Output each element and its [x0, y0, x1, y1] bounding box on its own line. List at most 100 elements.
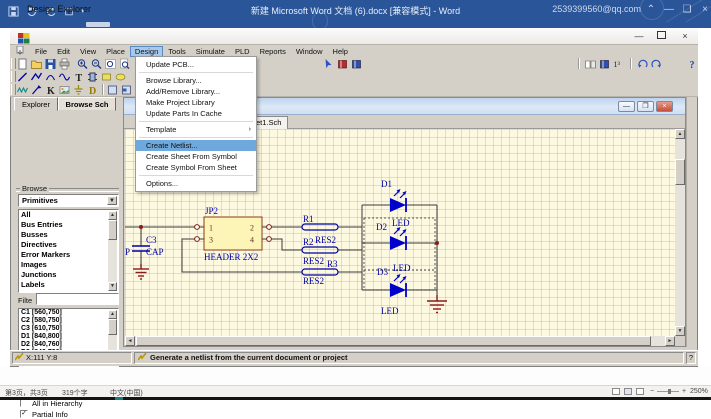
menu-help[interactable]: Help	[328, 46, 353, 57]
d3-ref-label[interactable]: D3	[377, 267, 388, 277]
zoom-in-icon[interactable]	[76, 58, 89, 70]
menu-design[interactable]: Design	[130, 46, 163, 57]
list-item[interactable]: C2 [580,750]	[19, 317, 118, 325]
zoom-area-icon[interactable]	[104, 58, 117, 70]
new-document-icon[interactable]	[16, 58, 29, 70]
led-d3[interactable]: D3 LED	[377, 267, 407, 316]
de-titlebar[interactable]	[10, 28, 698, 45]
menu-window[interactable]: Window	[291, 46, 328, 57]
zoom-document-icon[interactable]	[118, 58, 131, 70]
c3-ref-label[interactable]: C3	[146, 235, 157, 245]
list-item[interactable]: C1 [560,750]	[19, 309, 118, 317]
image-tool-icon[interactable]	[58, 84, 71, 96]
ground-symbol[interactable]	[133, 264, 149, 279]
menuitem-browse-library[interactable]: Browse Library...	[136, 75, 256, 86]
jp2-value-label[interactable]: HEADER 2X2	[204, 252, 258, 262]
wires[interactable]	[125, 205, 437, 295]
sheet-entry-icon[interactable]	[120, 84, 133, 96]
ground-symbol[interactable]	[427, 295, 447, 313]
scroll-down-icon[interactable]: ▼	[108, 282, 117, 291]
led-d1[interactable]: D1 LED	[381, 179, 410, 228]
signal-tool-icon[interactable]	[58, 71, 71, 83]
arc-tool-icon[interactable]	[44, 71, 57, 83]
menuitem-update-pcb[interactable]: Update PCB...	[136, 59, 256, 70]
d1-value-label[interactable]: LED	[392, 218, 410, 228]
library-b-icon[interactable]	[598, 58, 611, 70]
open-book-icon[interactable]	[584, 58, 597, 70]
led-d2[interactable]: D2 LED	[376, 222, 411, 273]
text-tool-icon[interactable]: T	[72, 71, 85, 83]
checkbox-checked-icon[interactable]: ✓	[20, 410, 28, 418]
menu-simulate[interactable]: Simulate	[191, 46, 230, 57]
browse-mode-select[interactable]: Primitives ▼	[18, 194, 119, 207]
list-item[interactable]: C3 [610,750]	[19, 325, 118, 333]
list-item[interactable]: Images	[19, 260, 118, 270]
doc-horizontal-scrollbar[interactable]: ◄ ►	[125, 336, 675, 346]
menuitem-options[interactable]: Options...	[136, 178, 256, 189]
resistor-r2[interactable]	[302, 247, 338, 253]
list-item[interactable]: Junctions	[19, 270, 118, 280]
d2-ref-label[interactable]: D2	[376, 222, 387, 232]
menu-reports[interactable]: Reports	[255, 46, 291, 57]
r3-value-label[interactable]: RES2	[303, 276, 324, 286]
capacitor-c3[interactable]: C3 CAP	[132, 235, 164, 257]
ribbon-tab-hint[interactable]	[86, 22, 110, 27]
tab-browse-sch[interactable]: Browse Sch	[58, 97, 116, 111]
header-jp2[interactable]: 1 2 3 4 JP2 HEADER 2X2	[195, 206, 272, 262]
doc-minimize-button[interactable]: —	[618, 101, 635, 112]
tab-explorer[interactable]: Explorer	[14, 97, 58, 111]
list-item[interactable]: Error Markers	[19, 250, 118, 260]
read-mode-icon[interactable]	[612, 388, 620, 395]
r2-ref-label[interactable]: R2	[303, 237, 314, 247]
word-close-button[interactable]: ×	[697, 2, 711, 18]
ellipse-tool-icon[interactable]	[114, 71, 127, 83]
menu-edit[interactable]: Edit	[52, 46, 75, 57]
resistor-r3[interactable]	[302, 269, 338, 275]
annotate-icon[interactable]: 1³	[612, 58, 625, 70]
bus-tool-icon[interactable]	[30, 71, 43, 83]
menuitem-template[interactable]: Template›	[136, 124, 256, 135]
list-item[interactable]: Directives	[19, 240, 118, 250]
save-file-icon[interactable]	[44, 58, 57, 70]
print-layout-icon[interactable]	[624, 388, 632, 395]
de-close-button[interactable]: ×	[676, 31, 694, 43]
print-icon[interactable]	[58, 58, 71, 70]
r2-value-label[interactable]: RES2	[303, 256, 324, 266]
scroll-down-icon[interactable]: ▼	[675, 326, 685, 336]
filter-input[interactable]	[36, 293, 119, 305]
word-account[interactable]: 2539399560@qq.com	[552, 4, 641, 14]
menuitem-update-parts-in-cache[interactable]: Update Parts In Cache	[136, 108, 256, 119]
zigzag-tool-icon[interactable]	[16, 84, 29, 96]
rectangle-tool-icon[interactable]	[100, 71, 113, 83]
list-scrollbar[interactable]: ▲ ▼	[108, 211, 117, 291]
d2-value-label[interactable]: LED	[393, 263, 411, 273]
diode-tool-icon[interactable]: D	[86, 84, 99, 96]
scroll-up-icon[interactable]: ▲	[108, 310, 117, 319]
list-item[interactable]: Busses	[19, 230, 118, 240]
list-item[interactable]: Bus Entries	[19, 220, 118, 230]
doc-restore-button[interactable]: ❐	[637, 101, 654, 112]
zoom-in-button[interactable]: +	[682, 388, 686, 395]
library-blue-icon[interactable]	[350, 58, 363, 70]
menuitem-add-remove-library[interactable]: Add/Remove Library...	[136, 86, 256, 97]
menu-pld[interactable]: PLD	[230, 46, 255, 57]
cursor-tool-icon[interactable]	[322, 58, 335, 70]
open-folder-icon[interactable]	[30, 58, 43, 70]
undo-arrow-icon[interactable]	[636, 58, 649, 70]
list-item[interactable]: D1 [840,800]	[19, 333, 118, 341]
doc-close-button[interactable]: ×	[656, 101, 673, 112]
menuitem-create-sheet-from-symbol[interactable]: Create Sheet From Symbol	[136, 151, 256, 162]
jp2-ref-label[interactable]: JP2	[205, 206, 218, 216]
scroll-right-icon[interactable]: ►	[665, 336, 675, 346]
web-layout-icon[interactable]	[636, 388, 644, 395]
part-tool-icon[interactable]	[86, 71, 99, 83]
redo-arrow-icon[interactable]	[650, 58, 663, 70]
de-minimize-button[interactable]: —	[630, 31, 648, 43]
menu-place[interactable]: Place	[101, 46, 130, 57]
scroll-left-icon[interactable]: ◄	[125, 336, 135, 346]
help-icon[interactable]: ?	[686, 58, 699, 70]
c3-value-label[interactable]: CAP	[146, 247, 164, 257]
primitive-type-list[interactable]: All Bus Entries Busses Directives Error …	[18, 209, 119, 293]
wire-tool-icon[interactable]	[16, 71, 29, 83]
scroll-up-icon[interactable]: ▲	[675, 129, 685, 139]
